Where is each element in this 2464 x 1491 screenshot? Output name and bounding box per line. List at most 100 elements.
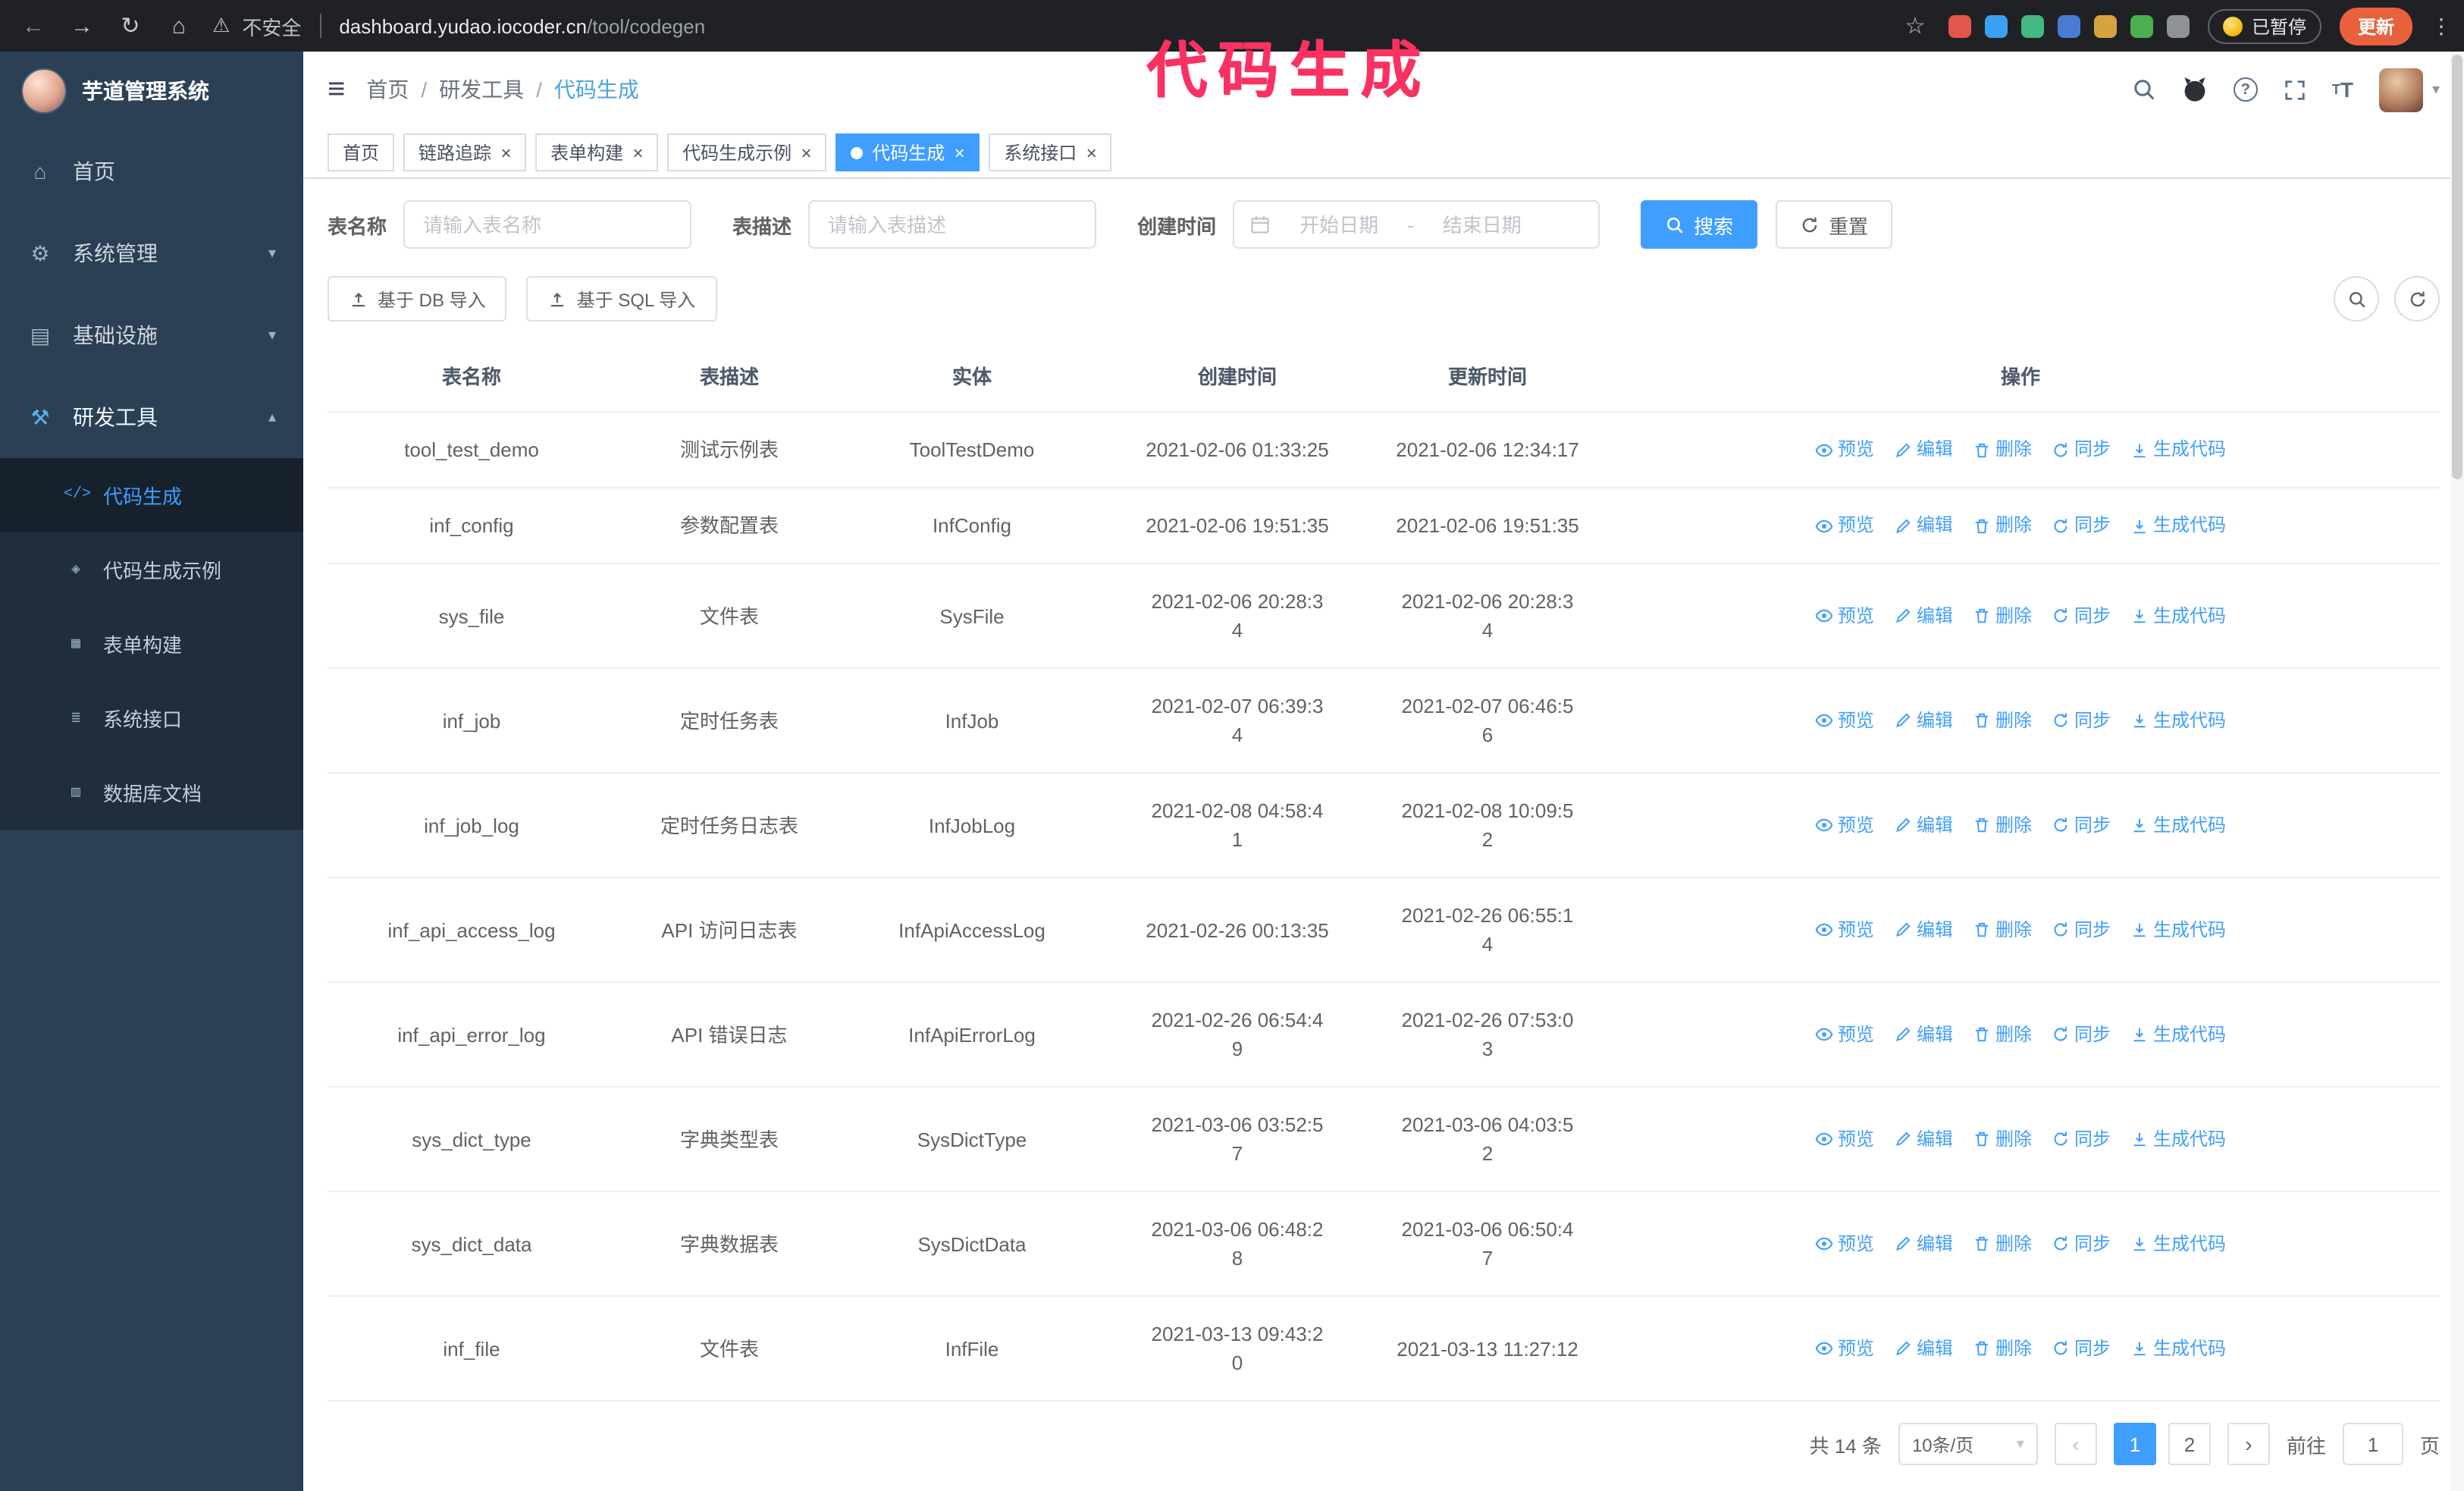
close-icon[interactable]: × [954, 143, 964, 162]
edit-link[interactable]: 编辑 [1894, 811, 1953, 840]
start-date-input[interactable] [1280, 213, 1399, 236]
sync-link[interactable]: 同步 [2052, 1125, 2111, 1154]
sidebar-submenu-item[interactable]: </> 代码生成 [0, 458, 303, 532]
hamburger-icon[interactable]: ≡ [328, 74, 345, 105]
user-menu[interactable]: ▾ [2378, 67, 2440, 111]
table-name-input[interactable] [403, 200, 692, 249]
sidebar-menu-item[interactable]: ▤ 基础设施 ▾ [0, 294, 303, 376]
goto-page-input[interactable] [2342, 1423, 2403, 1465]
import-sql-button[interactable]: 基于 SQL 导入 [526, 276, 717, 322]
address-bar[interactable]: ⚠ 不安全 dashboard.yudao.iocoder.cn/tool/co… [212, 11, 1882, 40]
back-icon[interactable]: ← [18, 13, 49, 39]
update-button[interactable]: 更新 [2339, 7, 2412, 45]
delete-link[interactable]: 删除 [1973, 1125, 2032, 1154]
generate-code-link[interactable]: 生成代码 [2130, 1125, 2226, 1154]
sidebar-submenu-item[interactable]: ▦ 表单构建 [0, 607, 303, 681]
sidebar-menu-item[interactable]: ⚙ 系统管理 ▾ [0, 212, 303, 294]
refresh-button[interactable] [2394, 276, 2440, 322]
preview-link[interactable]: 预览 [1815, 915, 1874, 944]
sync-link[interactable]: 同步 [2052, 1229, 2111, 1258]
delete-link[interactable]: 删除 [1973, 1334, 2032, 1363]
edit-link[interactable]: 编辑 [1894, 706, 1953, 735]
edit-link[interactable]: 编辑 [1894, 601, 1953, 630]
sync-link[interactable]: 同步 [2052, 435, 2111, 464]
delete-link[interactable]: 删除 [1973, 1020, 2032, 1049]
browser-extension-icon[interactable] [2057, 14, 2080, 37]
delete-link[interactable]: 删除 [1973, 601, 2032, 630]
search-icon[interactable] [2132, 77, 2156, 102]
view-tab[interactable]: 系统接口 × [989, 133, 1112, 171]
page-number-button[interactable]: 1 [2113, 1423, 2156, 1465]
search-button[interactable]: 搜索 [1641, 200, 1758, 249]
delete-link[interactable]: 删除 [1973, 706, 2032, 735]
home-icon[interactable]: ⌂ [164, 13, 194, 39]
page-scrollbar[interactable] [2450, 52, 2464, 1491]
toggle-search-button[interactable] [2334, 276, 2379, 322]
edit-link[interactable]: 编辑 [1894, 1334, 1953, 1363]
generate-code-link[interactable]: 生成代码 [2130, 435, 2226, 464]
view-tab[interactable]: 代码生成 × [835, 133, 980, 171]
sidebar-submenu-item[interactable]: ▥ 数据库文档 [0, 755, 303, 830]
close-icon[interactable]: × [1086, 143, 1096, 162]
sync-link[interactable]: 同步 [2052, 1334, 2111, 1363]
sidebar-submenu-item[interactable]: ≣ 系统接口 [0, 681, 303, 755]
page-size-select[interactable]: 10条/页 ▾ [1898, 1423, 2038, 1465]
view-tab[interactable]: 表单构建 × [535, 133, 659, 171]
help-icon[interactable]: ? [2233, 77, 2258, 102]
browser-extension-icon[interactable] [2093, 14, 2117, 37]
generate-code-link[interactable]: 生成代码 [2130, 1229, 2226, 1258]
preview-link[interactable]: 预览 [1815, 435, 1874, 464]
generate-code-link[interactable]: 生成代码 [2130, 811, 2226, 840]
sync-link[interactable]: 同步 [2052, 1020, 2111, 1049]
edit-link[interactable]: 编辑 [1894, 1229, 1953, 1258]
page-number-button[interactable]: 2 [2168, 1423, 2211, 1465]
edit-link[interactable]: 编辑 [1894, 511, 1953, 540]
reset-button[interactable]: 重置 [1776, 200, 1893, 249]
sync-link[interactable]: 同步 [2052, 511, 2111, 540]
breadcrumb-home[interactable]: 首页 [366, 74, 409, 105]
sync-link[interactable]: 同步 [2052, 601, 2111, 630]
sidebar-menu-item[interactable]: ⌂ 首页 [0, 130, 303, 212]
next-page-button[interactable]: › [2227, 1423, 2270, 1465]
generate-code-link[interactable]: 生成代码 [2130, 1334, 2226, 1363]
view-tab[interactable]: 首页 × [328, 133, 395, 171]
sidebar-submenu-item[interactable]: ◈ 代码生成示例 [0, 532, 303, 607]
browser-extension-icon[interactable] [2166, 14, 2190, 37]
bookmark-star-icon[interactable]: ☆ [1900, 12, 1930, 39]
sync-link[interactable]: 同步 [2052, 811, 2111, 840]
date-range-picker[interactable]: - [1233, 200, 1600, 249]
generate-code-link[interactable]: 生成代码 [2130, 915, 2226, 944]
view-tab[interactable]: 代码生成示例 × [667, 133, 827, 171]
sync-link[interactable]: 同步 [2052, 915, 2111, 944]
preview-link[interactable]: 预览 [1815, 511, 1874, 540]
prev-page-button[interactable]: ‹ [2054, 1423, 2097, 1465]
close-icon[interactable]: × [500, 143, 511, 162]
view-tab[interactable]: 链路追踪 × [403, 133, 527, 171]
browser-extension-icon[interactable] [2020, 14, 2044, 37]
forward-icon[interactable]: → [67, 13, 97, 39]
end-date-input[interactable] [1422, 213, 1541, 236]
delete-link[interactable]: 删除 [1973, 915, 2032, 944]
browser-extension-icon[interactable] [2130, 14, 2153, 37]
sync-link[interactable]: 同步 [2052, 706, 2111, 735]
generate-code-link[interactable]: 生成代码 [2130, 511, 2226, 540]
paused-badge[interactable]: 已暂停 [2207, 8, 2321, 43]
generate-code-link[interactable]: 生成代码 [2130, 601, 2226, 630]
edit-link[interactable]: 编辑 [1894, 915, 1953, 944]
edit-link[interactable]: 编辑 [1894, 1125, 1953, 1154]
github-icon[interactable] [2182, 77, 2208, 102]
delete-link[interactable]: 删除 [1973, 811, 2032, 840]
preview-link[interactable]: 预览 [1815, 706, 1874, 735]
fullscreen-icon[interactable] [2284, 78, 2306, 101]
preview-link[interactable]: 预览 [1815, 601, 1874, 630]
generate-code-link[interactable]: 生成代码 [2130, 1020, 2226, 1049]
delete-link[interactable]: 删除 [1973, 1229, 2032, 1258]
edit-link[interactable]: 编辑 [1894, 435, 1953, 464]
breadcrumb-devtools[interactable]: 研发工具 [439, 74, 524, 105]
preview-link[interactable]: 预览 [1815, 1334, 1874, 1363]
generate-code-link[interactable]: 生成代码 [2130, 706, 2226, 735]
app-logo[interactable]: 芋道管理系统 [0, 52, 303, 130]
preview-link[interactable]: 预览 [1815, 1125, 1874, 1154]
delete-link[interactable]: 删除 [1973, 511, 2032, 540]
import-db-button[interactable]: 基于 DB 导入 [328, 276, 507, 322]
